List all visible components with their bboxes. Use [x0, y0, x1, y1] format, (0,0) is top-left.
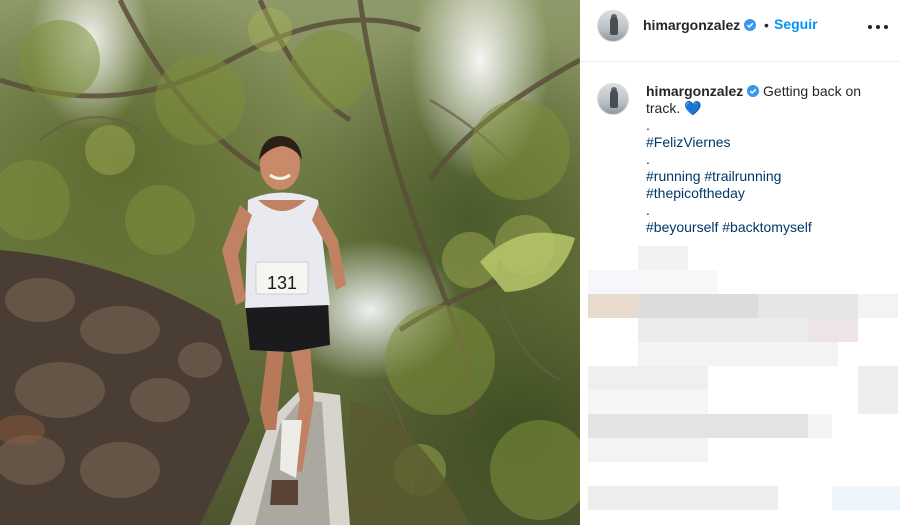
hashtag-thepicoftheday[interactable]: #thepicoftheday — [646, 185, 886, 202]
verified-badge-icon — [747, 85, 760, 97]
blue-heart-emoji: 💙 — [684, 100, 702, 116]
follow-button[interactable]: Seguir — [774, 16, 818, 32]
caption-text-line2: track. — [646, 100, 681, 116]
post-caption: himargonzalez Getting back on track. 💙 .… — [646, 83, 886, 236]
caption-username[interactable]: himargonzalez — [646, 83, 743, 99]
post-header: himargonzalez • Seguir — [580, 0, 900, 62]
caption-avatar[interactable] — [597, 83, 629, 115]
header-separator: • — [764, 17, 769, 33]
header-username-text[interactable]: himargonzalez — [643, 17, 740, 33]
caption-dot: . — [646, 117, 650, 133]
pixelated-comments — [580, 240, 900, 525]
verified-badge-icon — [744, 19, 757, 31]
bib-number: 131 — [267, 273, 297, 293]
caption-text-line1: Getting back on — [763, 83, 862, 99]
author-avatar[interactable] — [597, 10, 629, 42]
instagram-post: 131 himargonzalez • Seguir himargonzalez… — [0, 0, 900, 525]
caption-dot: . — [646, 202, 650, 218]
header-username[interactable]: himargonzalez — [643, 17, 757, 33]
more-options-icon[interactable] — [868, 17, 892, 37]
hashtag-running-trailrunning[interactable]: #running #trailrunning — [646, 168, 886, 185]
post-photo[interactable]: 131 — [0, 0, 580, 525]
runner-photo-illustration: 131 — [0, 0, 580, 525]
hashtag-felizviernes[interactable]: #FelizViernes — [646, 134, 886, 151]
hashtag-beyourself-backtomyself[interactable]: #beyourself #backtomyself — [646, 219, 886, 236]
caption-dot: . — [646, 151, 650, 167]
